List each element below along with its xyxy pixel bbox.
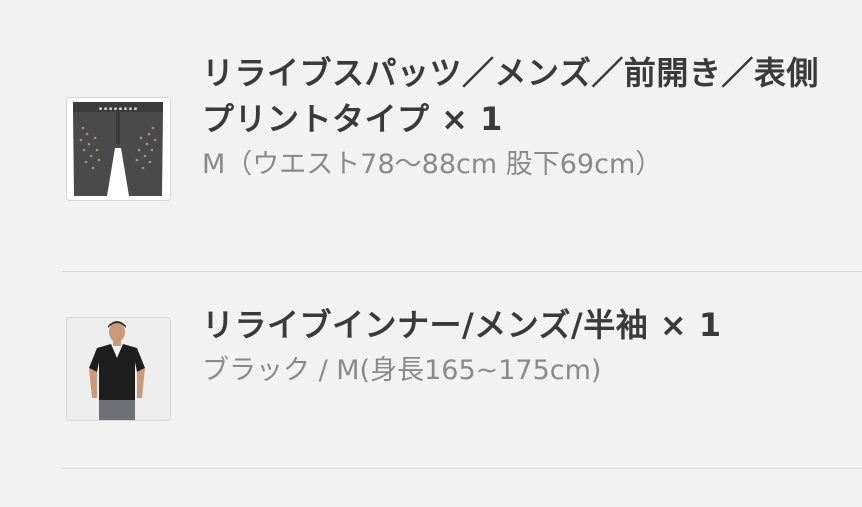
order-items-list: ▪ ▪ ▪ ▪ ▪ ▪ ▪ ▪ リライブスパッツ／メンズ／前開き／表側プリントタ… bbox=[0, 0, 862, 507]
list-item[interactable]: リライブインナー/メンズ/半袖 × 1 ブラック / M(身長165~175cm… bbox=[0, 272, 862, 468]
product-title[interactable]: リライブスパッツ／メンズ／前開き／表側プリントタイプ × 1 bbox=[202, 50, 850, 142]
inner-shirt-product-image bbox=[67, 318, 170, 420]
svg-text:▪ ▪ ▪ ▪ ▪ ▪ ▪ ▪: ▪ ▪ ▪ ▪ ▪ ▪ ▪ ▪ bbox=[99, 106, 137, 112]
product-thumbnail[interactable] bbox=[66, 317, 171, 421]
product-variant: M（ウエスト78〜88cm 股下69cm） bbox=[202, 149, 663, 180]
list-item[interactable]: ▪ ▪ ▪ ▪ ▪ ▪ ▪ ▪ リライブスパッツ／メンズ／前開き／表側プリントタ… bbox=[0, 0, 862, 272]
product-variant: ブラック / M(身長165~175cm) bbox=[202, 355, 602, 386]
item-info: リライブスパッツ／メンズ／前開き／表側プリントタイプ × 1 M（ウエスト78〜… bbox=[202, 50, 850, 183]
product-title[interactable]: リライブインナー/メンズ/半袖 × 1 bbox=[202, 302, 850, 348]
spats-product-image: ▪ ▪ ▪ ▪ ▪ ▪ ▪ ▪ bbox=[67, 98, 170, 200]
divider bbox=[62, 468, 862, 469]
product-thumbnail[interactable]: ▪ ▪ ▪ ▪ ▪ ▪ ▪ ▪ bbox=[66, 97, 171, 201]
item-info: リライブインナー/メンズ/半袖 × 1 ブラック / M(身長165~175cm… bbox=[202, 302, 850, 389]
